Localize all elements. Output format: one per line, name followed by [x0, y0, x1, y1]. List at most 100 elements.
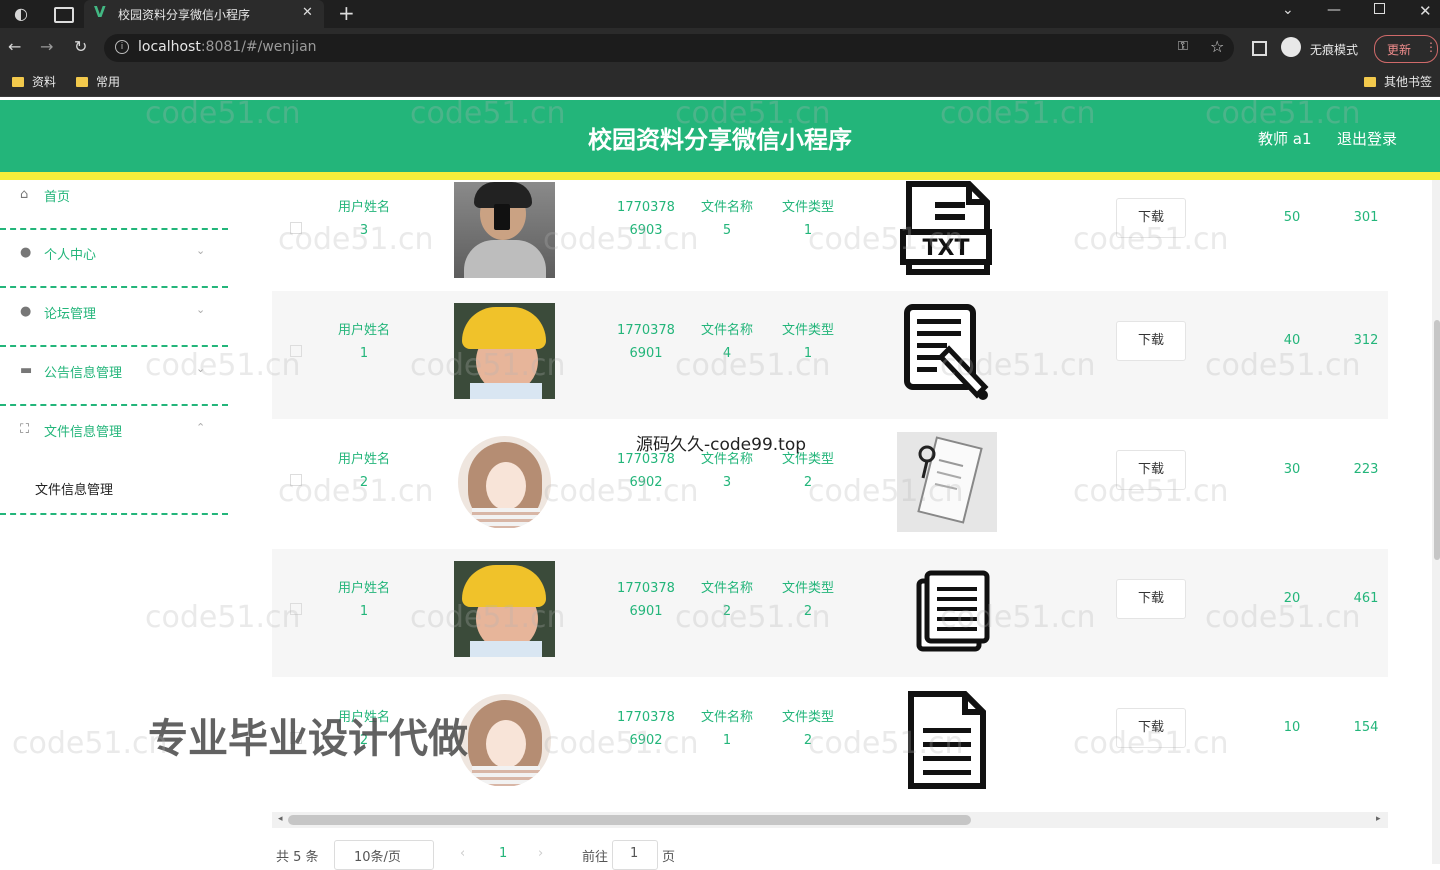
sidebar-item-announcements[interactable]: ▬ 公告信息管理 ⌄: [0, 346, 228, 406]
file-name-cell: 文件名称 5: [700, 200, 753, 238]
site-info-icon[interactable]: i: [115, 40, 129, 54]
close-tab-icon[interactable]: ✕: [302, 5, 313, 20]
download-button[interactable]: 下载: [1116, 579, 1186, 619]
app-title: 校园资料分享微信小程序: [588, 126, 852, 154]
code-watermark-text: 源码久久-code99.top: [636, 435, 807, 455]
download-button[interactable]: 下载: [1116, 198, 1186, 238]
scroll-right-icon[interactable]: ▸: [1376, 814, 1381, 824]
table-row: 用户姓名 2 1770378 6902 文件名称 3 文件类型 2 下载 30 223: [272, 420, 1388, 548]
tab-title: 校园资料分享微信小程序: [118, 8, 251, 22]
number-cell-b: 461: [1353, 591, 1379, 606]
expand-icon: ⛶: [20, 422, 30, 437]
documents-icon: [897, 561, 997, 661]
tab-list-icon[interactable]: [54, 7, 74, 23]
table-row: 用户姓名 1 1770378 6901 文件名称 4 文件类型 1 下载 40 312: [272, 291, 1388, 419]
file-type-cell: 文件类型 1: [781, 200, 834, 238]
new-tab-icon[interactable]: +: [338, 1, 355, 25]
next-page-icon[interactable]: ›: [538, 846, 543, 861]
folder-icon: [12, 77, 24, 87]
row-checkbox[interactable]: [290, 603, 302, 615]
row-checkbox[interactable]: [290, 474, 302, 486]
user-avatar: [454, 561, 555, 657]
user-name-cell: 用户姓名 1: [337, 323, 390, 361]
user-icon: ●: [20, 245, 32, 260]
other-bookmarks[interactable]: 其他书签: [1364, 73, 1432, 90]
number-cell-b: 154: [1353, 720, 1379, 735]
horizontal-scroll-thumb[interactable]: [288, 815, 971, 825]
file-type-cell: 文件类型 2: [781, 710, 834, 748]
svg-text:TXT: TXT: [923, 236, 970, 261]
folder-icon: [76, 77, 88, 87]
sidebar-item-label: 公告信息管理: [44, 366, 123, 381]
download-button[interactable]: 下载: [1116, 450, 1186, 490]
sidebar-subitem-label: 文件信息管理: [35, 483, 114, 498]
number-cell-b: 301: [1353, 210, 1379, 225]
key-icon[interactable]: ⚿: [1178, 39, 1188, 54]
chevron-up-icon: ⌃: [196, 421, 206, 434]
sidebar-item-forum[interactable]: ● 论坛管理 ⌄: [0, 287, 228, 347]
phone-cell: 1770378 6903: [617, 200, 675, 238]
pagination-total: 共 5 条: [276, 850, 319, 865]
sidebar-subitem-files[interactable]: 文件信息管理: [0, 463, 228, 515]
forward-icon[interactable]: →: [40, 37, 53, 56]
back-icon[interactable]: ←: [8, 37, 21, 56]
phone-cell: 1770378 6901: [617, 581, 675, 619]
chevron-down-icon: ⌄: [196, 244, 206, 257]
sidebar-item-label: 论坛管理: [44, 307, 97, 322]
sidebar-item-label: 文件信息管理: [44, 425, 123, 440]
restore-icon[interactable]: [1374, 3, 1385, 14]
sidebar-item-label: 个人中心: [44, 248, 97, 263]
star-icon[interactable]: ☆: [1210, 37, 1224, 56]
incognito-label: 无痕模式: [1310, 43, 1359, 57]
user-icon: ●: [20, 304, 32, 319]
download-button[interactable]: 下载: [1116, 321, 1186, 361]
update-label: 更新: [1387, 43, 1412, 57]
table-row: 用户姓名 3 1770378 6903 文件名称 5 文件类型 1 TXT 下载 50 301: [272, 180, 1388, 291]
sidebar-item-personal-center[interactable]: ● 个人中心 ⌄: [0, 228, 228, 288]
minimize-icon[interactable]: —: [1327, 2, 1341, 18]
update-button[interactable]: 更新 ⋮: [1374, 35, 1438, 63]
prev-page-icon[interactable]: ‹: [460, 846, 465, 861]
document-icon: [897, 690, 997, 790]
file-type-cell: 文件类型 2: [781, 581, 834, 619]
table-row: 用户姓名 1 1770378 6901 文件名称 2 文件类型 2 下载 20 461: [272, 549, 1388, 677]
scroll-left-icon[interactable]: ◂: [278, 814, 283, 824]
chevron-down-icon: ⌄: [196, 362, 206, 375]
chevron-down-icon: ⌄: [196, 303, 206, 316]
file-type-cell: 文件类型 1: [781, 323, 834, 361]
page-number-current[interactable]: 1: [499, 846, 507, 861]
bookmark-folder-ziliao[interactable]: 资料: [12, 73, 56, 90]
reload-icon[interactable]: ↻: [74, 37, 87, 56]
browser-menu-icon[interactable]: ◐: [14, 4, 28, 23]
vertical-scroll-thumb[interactable]: [1434, 320, 1440, 560]
sidebar-item-files[interactable]: ⛶ 文件信息管理 ⌃: [0, 405, 228, 463]
number-cell-a: 50: [1283, 210, 1301, 225]
edit-document-icon: [897, 303, 997, 403]
logout-link[interactable]: 退出登录: [1337, 128, 1397, 149]
user-avatar: [454, 690, 555, 786]
user-name-cell: 用户姓名 1: [337, 581, 390, 619]
tab-search-icon[interactable]: ⌄: [1282, 2, 1294, 18]
download-button[interactable]: 下载: [1116, 708, 1186, 748]
user-avatar: [454, 303, 555, 399]
number-cell-b: 312: [1353, 333, 1379, 348]
number-cell-a: 40: [1283, 333, 1301, 348]
sidepanel-icon[interactable]: [1252, 41, 1267, 56]
goto-label: 前往: [582, 850, 609, 865]
home-icon: ⌂: [20, 187, 29, 202]
user-avatar: [454, 432, 555, 528]
row-checkbox[interactable]: [290, 222, 302, 234]
page-size-label: 10条/页: [354, 850, 401, 865]
sidebar-item-label: 首页: [44, 190, 71, 205]
more-icon[interactable]: ⋮: [1425, 40, 1437, 54]
number-cell-a: 20: [1283, 591, 1301, 606]
sidebar-item-home[interactable]: ⌂ 首页: [0, 170, 228, 230]
bookmark-folder-changyong[interactable]: 常用: [76, 73, 120, 90]
close-window-icon[interactable]: ✕: [1419, 2, 1432, 20]
page-unit-label: 页: [662, 850, 676, 865]
phone-cell: 1770378 6902: [617, 710, 675, 748]
incognito-icon: [1281, 37, 1301, 57]
row-checkbox[interactable]: [290, 345, 302, 357]
number-cell-a: 30: [1283, 462, 1301, 477]
txt-file-icon: TXT: [897, 180, 997, 280]
